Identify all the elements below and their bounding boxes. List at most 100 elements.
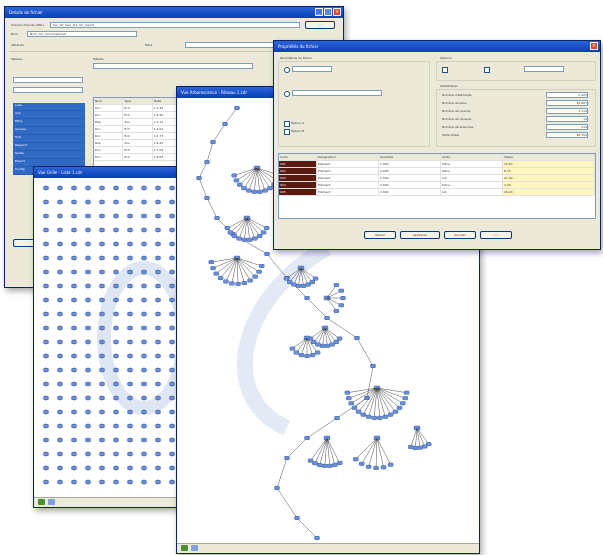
- node-icon[interactable]: [169, 424, 175, 428]
- node-icon[interactable]: [99, 312, 105, 316]
- node-icon[interactable]: [169, 382, 175, 386]
- node-icon[interactable]: [260, 230, 267, 235]
- node-icon[interactable]: [141, 340, 147, 344]
- node-icon[interactable]: [113, 424, 119, 428]
- node-icon[interactable]: [99, 424, 105, 428]
- node-icon[interactable]: [141, 326, 147, 330]
- node-icon[interactable]: [332, 462, 338, 467]
- node-icon[interactable]: [99, 270, 105, 274]
- close-icon[interactable]: ×: [590, 42, 598, 50]
- node-icon[interactable]: [169, 452, 175, 456]
- close-icon[interactable]: ×: [333, 8, 341, 16]
- node-icon[interactable]: [127, 452, 133, 456]
- node-icon[interactable]: [329, 342, 335, 347]
- node-icon[interactable]: [71, 256, 77, 260]
- node-icon[interactable]: [283, 276, 290, 281]
- node-icon[interactable]: [213, 271, 219, 276]
- node-icon[interactable]: [57, 242, 63, 246]
- node-icon[interactable]: [169, 480, 175, 484]
- node-icon[interactable]: [85, 438, 91, 442]
- node-icon[interactable]: [43, 354, 49, 358]
- node-icon[interactable]: [85, 382, 91, 386]
- table-row[interactable]: Rep dos 1.3.11: [94, 119, 184, 126]
- node-icon[interactable]: [141, 298, 147, 302]
- node-icon[interactable]: [127, 270, 133, 274]
- node-icon[interactable]: [141, 466, 147, 470]
- node-icon[interactable]: [314, 350, 321, 355]
- node-icon[interactable]: [223, 279, 229, 284]
- node-icon[interactable]: [99, 186, 105, 190]
- table-row[interactable]: 005 Elément 1.000 Lot 16.40: [279, 189, 595, 196]
- node-icon[interactable]: [113, 298, 119, 302]
- node-icon[interactable]: [312, 461, 318, 466]
- node-icon[interactable]: [222, 122, 228, 126]
- node-icon[interactable]: [169, 466, 175, 470]
- node-icon[interactable]: [155, 242, 161, 246]
- column-header[interactable]: Nom: [94, 98, 124, 104]
- node-icon[interactable]: [229, 281, 235, 286]
- node-icon[interactable]: [155, 452, 161, 456]
- node-icon[interactable]: [71, 200, 77, 204]
- node-icon[interactable]: [71, 284, 77, 288]
- node-icon[interactable]: [85, 242, 91, 246]
- node-icon[interactable]: [57, 354, 63, 358]
- node-icon[interactable]: [85, 284, 91, 288]
- node-icon[interactable]: [340, 296, 346, 300]
- node-icon[interactable]: [85, 340, 91, 344]
- node-icon[interactable]: [263, 225, 270, 230]
- node-icon[interactable]: [43, 214, 49, 218]
- node-icon[interactable]: [99, 284, 105, 288]
- node-icon[interactable]: [113, 242, 119, 246]
- node-icon[interactable]: [43, 368, 49, 372]
- node-icon[interactable]: [417, 445, 423, 450]
- node-icon[interactable]: [85, 326, 91, 330]
- node-icon[interactable]: [155, 298, 161, 302]
- node-icon[interactable]: [57, 312, 63, 316]
- node-icon[interactable]: [57, 214, 63, 218]
- cancel-button[interactable]: Annuler: [444, 231, 476, 239]
- node-icon[interactable]: [336, 460, 343, 465]
- node-icon[interactable]: [256, 189, 263, 194]
- node-icon[interactable]: [169, 270, 175, 274]
- node-icon[interactable]: [43, 382, 49, 386]
- node-icon[interactable]: [217, 276, 224, 281]
- node-icon[interactable]: [169, 256, 175, 260]
- node-icon[interactable]: [43, 228, 49, 232]
- node-icon[interactable]: [400, 401, 406, 406]
- node-icon[interactable]: [360, 412, 367, 417]
- node-icon[interactable]: [43, 424, 49, 428]
- node-icon[interactable]: [113, 214, 119, 218]
- checkbox-b[interactable]: [284, 129, 290, 135]
- node-icon[interactable]: [141, 270, 147, 274]
- node-icon[interactable]: [113, 228, 119, 232]
- sidebar-item[interactable]: Sortie: [13, 151, 85, 159]
- node-icon[interactable]: [333, 308, 340, 313]
- node-icon[interactable]: [43, 284, 49, 288]
- node-icon[interactable]: [141, 242, 147, 246]
- node-icon[interactable]: [141, 228, 147, 232]
- option-checkbox[interactable]: [442, 67, 448, 73]
- node-icon[interactable]: [99, 396, 105, 400]
- node-icon[interactable]: [57, 466, 63, 470]
- node-icon[interactable]: [43, 466, 49, 470]
- node-icon[interactable]: [141, 382, 147, 386]
- node-icon[interactable]: [169, 438, 175, 442]
- node-icon[interactable]: [71, 312, 77, 316]
- node-icon[interactable]: [155, 200, 161, 204]
- node-icon[interactable]: [370, 364, 376, 368]
- node-icon[interactable]: [113, 410, 119, 414]
- node-icon[interactable]: [113, 480, 119, 484]
- node-icon[interactable]: [169, 298, 175, 302]
- node-icon[interactable]: [141, 424, 147, 428]
- node-icon[interactable]: [99, 214, 105, 218]
- node-icon[interactable]: [333, 283, 340, 288]
- option-field[interactable]: [524, 66, 564, 72]
- node-icon[interactable]: [71, 326, 77, 330]
- node-icon[interactable]: [295, 283, 302, 288]
- node-icon[interactable]: [113, 326, 119, 330]
- node-icon[interactable]: [289, 346, 296, 351]
- node-icon[interactable]: [208, 260, 215, 265]
- column-header[interactable]: Quantité: [379, 154, 441, 160]
- node-icon[interactable]: [99, 298, 105, 302]
- node-icon[interactable]: [113, 466, 119, 470]
